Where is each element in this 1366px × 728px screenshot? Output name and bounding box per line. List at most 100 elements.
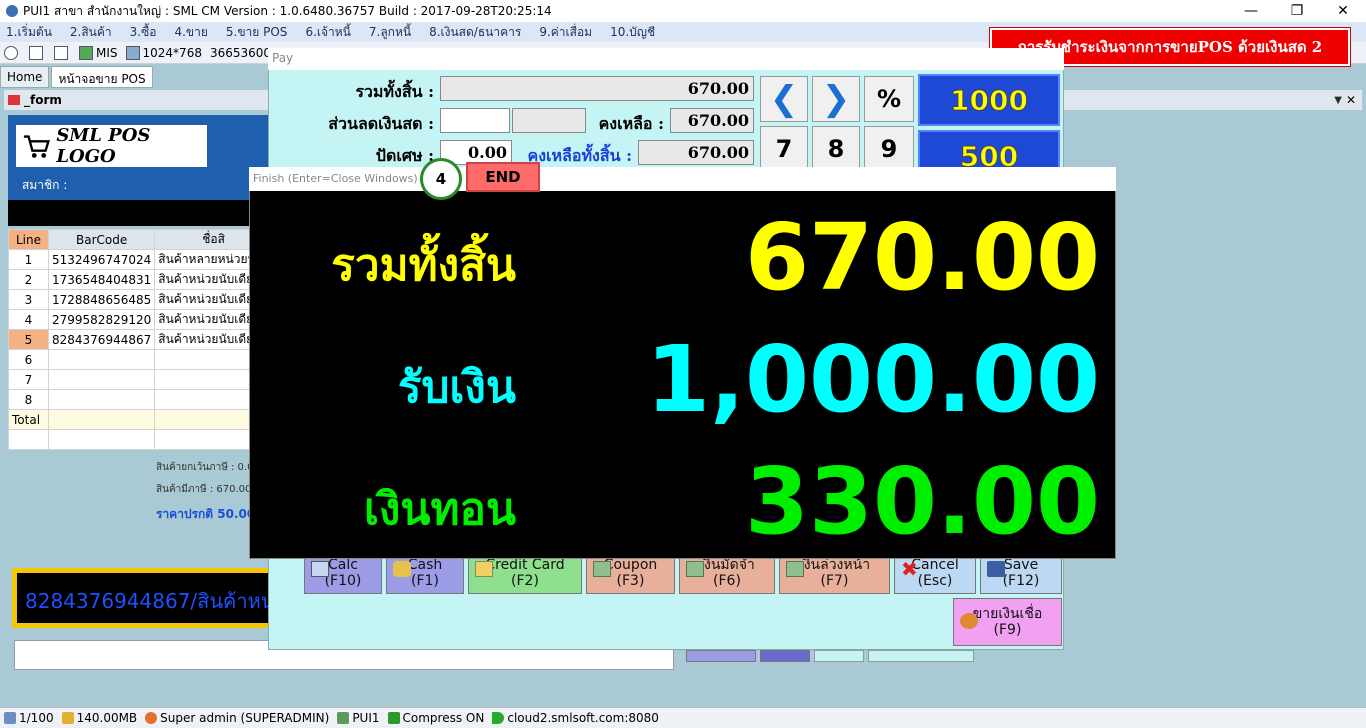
credit-sale-key: (F9) [993,622,1022,638]
form-title: _form [24,93,62,107]
col-barcode: BarCode [47,229,156,250]
form-close-icon[interactable]: ✕ [1346,93,1356,107]
menu-receivables[interactable]: 7.ลูกหนี้ [369,23,411,42]
menu-purchase[interactable]: 3.ซื้อ [130,23,157,42]
logo-text: SML POS LOGO [56,125,151,167]
credit-sale-button[interactable]: ขายเงินเชื่อ (F9) [953,598,1062,646]
form-icon [8,95,20,105]
database-icon [337,712,350,724]
status-user-text: Super admin (SUPERADMIN) [160,711,330,725]
row-barcode [47,369,156,390]
pay-remaining-label: คงเหลือ : [598,114,664,133]
status-memory: 140.00MB [61,711,137,725]
finish-change-label: เงินทอน [363,484,516,535]
tab-pos[interactable]: หน้าจอขาย POS [51,66,153,88]
check-icon [387,712,400,724]
mis-button[interactable]: MIS [79,45,118,60]
menu-start[interactable]: 1.เริ่มต้น [6,23,52,42]
menu-cash-bank[interactable]: 8.เงินสด/ธนาคาร [429,23,521,42]
menu-pos[interactable]: 5.ขาย POS [226,23,288,42]
save-icon [987,561,1005,577]
row-line: 2 [8,269,49,290]
total-label: Total [8,409,49,430]
advance-icon [786,561,804,577]
table-row[interactable]: 4 2799582829120 สินค้าหน่วยนับเดียว [8,309,273,330]
table-row[interactable]: 2 1736548404831 สินค้าหน่วยนับเดียว [8,269,273,290]
pay-discount-input[interactable] [440,108,510,133]
key-9-button[interactable]: 9 [864,126,914,172]
dropdown-icon[interactable]: ▼ [1334,95,1342,106]
hidden-button [868,650,974,662]
app-icon [6,5,18,17]
user-icon [145,712,158,724]
finish-received-value: 1,000.00 [646,326,1100,433]
window-icon[interactable] [29,45,46,60]
minimize-button[interactable]: — [1228,0,1274,22]
hidden-button [814,650,864,662]
mis-label: MIS [96,45,118,60]
barcode-text: 8284376944867/สินค้าหน่วย [17,573,269,623]
finish-received-label: รับเงิน [397,362,516,413]
calculator-icon[interactable] [54,45,71,60]
status-user: Super admin (SUPERADMIN) [145,711,329,725]
status-server: cloud2.smlsoft.com:8080 [492,711,659,725]
right-arrow-button[interactable]: ❯ [812,76,860,122]
percent-button[interactable]: % [864,76,914,122]
table-row[interactable]: 5 8284376944867 สินค้าหน่วยนับเดียว [8,329,273,350]
resolution-button[interactable]: 1024*768 [125,45,202,60]
menu-payables[interactable]: 6.เจ้าหนี้ [305,23,350,42]
close-button[interactable]: ✕ [1320,0,1366,22]
table-row[interactable]: 7 [8,369,273,390]
pay-total-field: 670.00 [440,76,754,101]
table-row[interactable]: 3 1728848656485 สินค้าหน่วยนับเดียว [8,289,273,310]
key-8-button[interactable]: 8 [812,126,860,172]
end-button[interactable]: END [466,162,540,192]
cart-icon [23,135,51,158]
users-icon [960,613,978,629]
cancel-key: (Esc) [917,573,953,589]
table-row[interactable]: 1 5132496747024 สินค้าหลายหน่วยนับ [8,249,273,270]
pay-discount-label: ส่วนลดเงินสด : [328,114,434,133]
tab-home[interactable]: Home [0,66,50,88]
credit-card-label: Credit Card [485,557,565,573]
finish-dialog-header: Finish (Enter=Close Windows) [249,167,1116,191]
row-line: 4 [8,309,49,330]
deposit-icon [686,561,704,577]
left-arrow-button[interactable]: ❮ [760,76,808,122]
menu-accounting[interactable]: 10.บัญชี [610,23,655,42]
member-label: สมาชิก : [22,178,68,192]
row-barcode [47,349,156,370]
status-db: PUI1 [337,711,380,725]
pay-rounding-label: ปัดเศษ : [375,146,434,165]
credit-card-key: (F2) [511,573,539,589]
calculator-icon [311,561,329,577]
save-label: Save [1003,557,1039,573]
table-row[interactable]: 8 [8,389,273,410]
toolbar-code: 36653600 [209,45,272,60]
cash-label: Cash [407,557,443,573]
restore-button[interactable]: ❐ [1274,0,1320,22]
menu-sales[interactable]: 4.ขาย [174,23,207,42]
pay-net-field: 670.00 [638,140,754,165]
finish-change-value: 330.00 [744,448,1100,555]
items-grid: Line BarCode ชื่อสิ 1 5132496747024 สินค้า… [8,229,273,450]
hidden-button [686,650,756,662]
clock-icon[interactable] [4,45,21,60]
credit-sale-label: ขายเงินเชื่อ [972,606,1043,622]
key-7-button[interactable]: 7 [760,126,808,172]
col-line: Line [8,229,49,250]
menu-products[interactable]: 2.สินค้า [70,23,112,42]
status-page-text: 1/100 [19,711,54,725]
coupon-icon [593,561,611,577]
menu-depreciation[interactable]: 9.ค่าเสื่อม [539,23,592,42]
row-line: 7 [8,369,49,390]
pay-total-label: รวมทั้งสิ้น : [355,82,434,101]
deposit-label: เงินมัดจำ [699,557,755,573]
play-icon [492,712,505,724]
status-db-text: PUI1 [352,711,380,725]
table-row[interactable]: 6 [8,349,273,370]
status-compress-text: Compress ON [402,711,485,725]
empty-row [8,429,273,450]
banknote-1000-button[interactable]: 1000 [918,74,1060,126]
summary-exempt: สินค้ายกเว้นภาษี : 0.0 [156,462,254,473]
